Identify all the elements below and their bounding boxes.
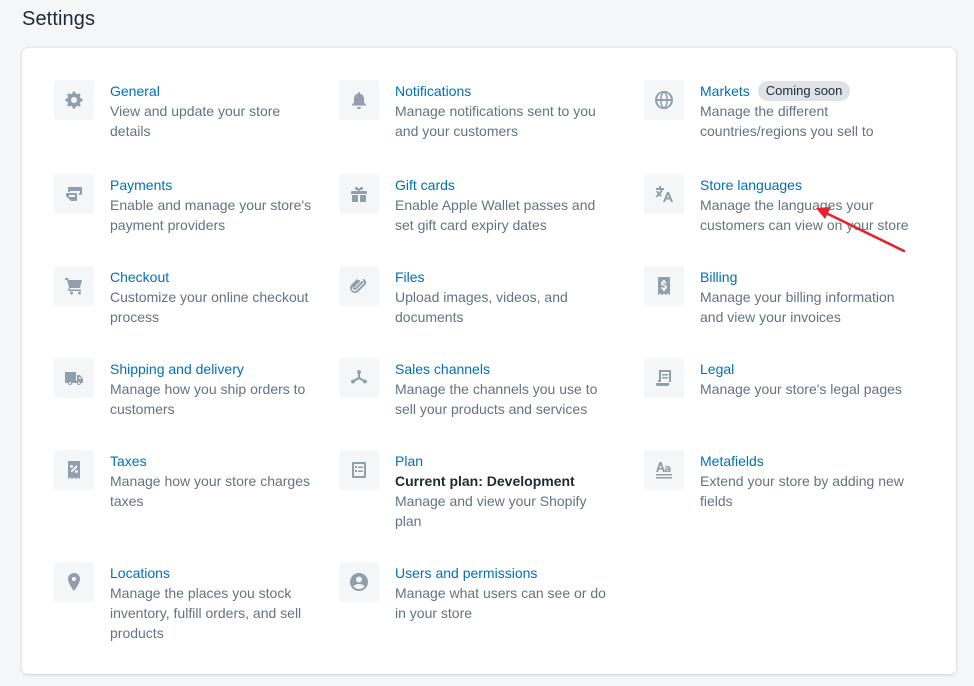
item-title[interactable]: Markets [700,81,750,101]
item-title[interactable]: Users and permissions [395,563,609,583]
paperclip-icon [339,266,379,306]
item-description: Manage how you ship orders to customers [110,381,306,417]
cart-icon [54,266,94,306]
gear-icon [54,80,94,120]
item-title[interactable]: Legal [700,359,902,379]
item-title[interactable]: Locations [110,563,324,583]
billing-icon [644,266,684,306]
current-plan-label: Current plan: Development [395,473,575,489]
settings-item-markets[interactable]: Markets Coming soon Manage the different… [644,80,914,141]
settings-item-files[interactable]: Files Upload images, videos, and documen… [339,266,609,327]
plan-icon [339,450,379,490]
settings-item-locations[interactable]: Locations Manage the places you stock in… [54,562,324,643]
settings-item-checkout[interactable]: Checkout Customize your online checkout … [54,266,324,327]
metafields-icon [644,450,684,490]
settings-item-shipping-and-delivery[interactable]: Shipping and delivery Manage how you shi… [54,358,324,419]
settings-item-users-and-permissions[interactable]: Users and permissions Manage what users … [339,562,609,623]
item-title[interactable]: General [110,81,324,101]
item-title[interactable]: Store languages [700,175,914,195]
translate-icon [644,174,684,214]
truck-icon [54,358,94,398]
gift-icon [339,174,379,214]
settings-item-plan[interactable]: Plan Current plan: Development Manage an… [339,450,609,531]
item-description: Manage how your store charges taxes [110,473,310,509]
bell-icon [339,80,379,120]
item-description: Enable Apple Wallet passes and set gift … [395,197,596,233]
item-description: Manage the languages your customers can … [700,197,909,233]
settings-item-taxes[interactable]: Taxes Manage how your store charges taxe… [54,450,324,511]
item-description: Manage the channels you use to sell your… [395,381,598,417]
globe-icon [644,80,684,120]
settings-item-payments[interactable]: Payments Enable and manage your store's … [54,174,324,235]
settings-item-billing[interactable]: Billing Manage your billing information … [644,266,914,327]
item-title[interactable]: Taxes [110,451,324,471]
item-description: Upload images, videos, and documents [395,289,568,325]
item-description: Manage and view your Shopify plan [395,493,587,529]
settings-item-store-languages[interactable]: Store languages Manage the languages you… [644,174,914,235]
channels-icon [339,358,379,398]
coming-soon-badge: Coming soon [757,81,851,101]
settings-item-notifications[interactable]: Notifications Manage notifications sent … [339,80,609,141]
item-title[interactable]: Files [395,267,609,287]
item-title[interactable]: Notifications [395,81,609,101]
page-title: Settings [22,8,96,30]
item-title[interactable]: Sales channels [395,359,609,379]
item-title[interactable]: Metafields [700,451,914,471]
item-description: Manage notifications sent to you and you… [395,103,596,139]
item-description: Customize your online checkout process [110,289,309,325]
item-description: Manage your store's legal pages [700,381,902,397]
item-title[interactable]: Payments [110,175,324,195]
item-title[interactable]: Billing [700,267,914,287]
settings-item-metafields[interactable]: Metafields Extend your store by adding n… [644,450,914,511]
payment-icon [54,174,94,214]
settings-card: General View and update your store detai… [22,48,956,674]
settings-item-legal[interactable]: Legal Manage your store's legal pages [644,358,914,399]
legal-icon [644,358,684,398]
item-description: Enable and manage your store's payment p… [110,197,312,233]
item-description: Extend your store by adding new fields [700,473,904,509]
item-title[interactable]: Shipping and delivery [110,359,324,379]
settings-item-general[interactable]: General View and update your store detai… [54,80,324,141]
item-description: Manage what users can see or do in your … [395,585,606,621]
location-icon [54,562,94,602]
settings-item-gift-cards[interactable]: Gift cards Enable Apple Wallet passes an… [339,174,609,235]
item-title[interactable]: Checkout [110,267,324,287]
item-title[interactable]: Gift cards [395,175,609,195]
item-description: View and update your store details [110,103,281,139]
user-icon [339,562,379,602]
item-description: Manage the different countries/regions y… [700,103,874,139]
tax-icon [54,450,94,490]
item-title[interactable]: Plan [395,451,609,471]
item-description: Manage your billing information and view… [700,289,895,325]
settings-item-sales-channels[interactable]: Sales channels Manage the channels you u… [339,358,609,419]
item-description: Manage the places you stock inventory, f… [110,585,302,641]
